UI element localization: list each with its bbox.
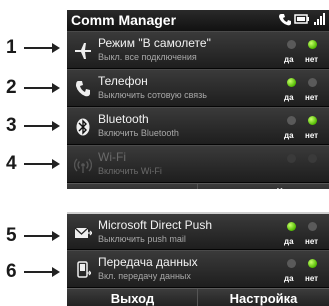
callout-1: 1 [0,38,62,58]
yes-indicator [287,222,296,231]
arrow-icon [52,267,60,277]
row-label: Bluetooth [98,112,149,126]
data-connection-icon [73,260,93,280]
callout-number: 6 [6,261,17,282]
row-wifi: Wi-Fi Включить Wi-Fi [67,145,329,183]
no-indicator [308,154,317,163]
comm-manager-screen-bottom: Microsoft Direct Push Выключить push mai… [67,212,329,306]
yes-label: да [284,131,294,140]
phone-icon [73,79,93,99]
direct-push-toggle[interactable]: да нет [281,220,325,248]
airplane-icon [73,41,93,61]
data-connection-toggle[interactable]: да нет [281,257,325,285]
signal-icon [314,13,325,25]
comm-manager-screen-top: Comm Manager Режим "В самолете" Выкл. вс… [67,10,329,189]
no-label: нет [305,93,319,102]
yes-indicator [287,154,296,163]
arrow-icon [52,121,60,131]
row-sublabel: Выключить push mail [98,234,186,244]
bluetooth-icon [73,117,93,137]
row-label: Режим "В самолете" [98,36,211,50]
no-indicator [308,78,317,87]
arrow-icon [52,231,60,241]
callout-6: 6 [0,262,62,282]
no-label: нет [305,274,319,283]
softkey-bar: Выход Настройка [67,288,329,306]
row-data-connection[interactable]: Передача данных Вкл. передачу данных да … [67,250,329,288]
row-label: Microsoft Direct Push [98,218,213,232]
callout-number: 1 [6,37,17,58]
row-bluetooth[interactable]: Bluetooth Включить Bluetooth да нет [67,107,329,145]
yes-indicator [287,78,296,87]
mail-icon [73,223,93,243]
title-bar: Comm Manager [67,10,329,31]
callout-number: 3 [6,115,17,136]
settings-softkey[interactable]: Настройка [197,289,329,306]
callout-number: 2 [6,77,17,98]
no-indicator [308,40,317,49]
yes-indicator [287,116,296,125]
arrow-icon [52,159,60,169]
yes-label: да [284,274,294,283]
yes-indicator [287,259,296,268]
airplane-toggle[interactable]: да нет [281,38,325,66]
row-phone[interactable]: Телефон Выключить сотовую связь да нет [67,69,329,107]
app-title: Comm Manager [71,12,177,28]
callout-2: 2 [0,78,62,98]
yes-label: да [284,237,294,246]
row-airplane-mode[interactable]: Режим "В самолете" Выкл. все подключения… [67,31,329,69]
arrow-icon [52,83,60,93]
no-label: нет [305,131,319,140]
yes-label: да [284,55,294,64]
phone-toggle[interactable]: да нет [281,76,325,104]
callout-5: 5 [0,226,62,246]
row-label: Телефон [98,74,148,88]
softkey-bar: Выход Настройка [67,183,329,189]
exit-softkey[interactable]: Выход [67,289,198,306]
row-direct-push[interactable]: Microsoft Direct Push Выключить push mai… [67,212,329,250]
yes-label: да [284,93,294,102]
wifi-toggle [281,152,325,180]
exit-softkey[interactable]: Выход [67,184,198,189]
arrow-icon [52,43,60,53]
callout-number: 4 [6,153,17,174]
no-indicator [308,222,317,231]
callout-number: 5 [6,225,17,246]
row-sublabel: Включить Bluetooth [98,128,179,138]
wifi-icon [73,155,93,175]
bluetooth-toggle[interactable]: да нет [281,114,325,142]
row-label: Передача данных [98,255,198,269]
no-label: нет [305,55,319,64]
callout-4: 4 [0,154,62,174]
row-sublabel: Выкл. все подключения [98,52,197,62]
row-sublabel: Включить Wi-Fi [98,166,162,176]
row-sublabel: Выключить сотовую связь [98,90,207,100]
row-label: Wi-Fi [98,150,126,164]
phone-status-icon [279,14,291,26]
yes-indicator [287,40,296,49]
no-indicator [308,259,317,268]
no-indicator [308,116,317,125]
settings-softkey[interactable]: Настройка [197,184,329,189]
no-label: нет [305,237,319,246]
callout-3: 3 [0,116,62,136]
battery-icon [294,14,309,24]
row-sublabel: Вкл. передачу данных [98,271,191,281]
